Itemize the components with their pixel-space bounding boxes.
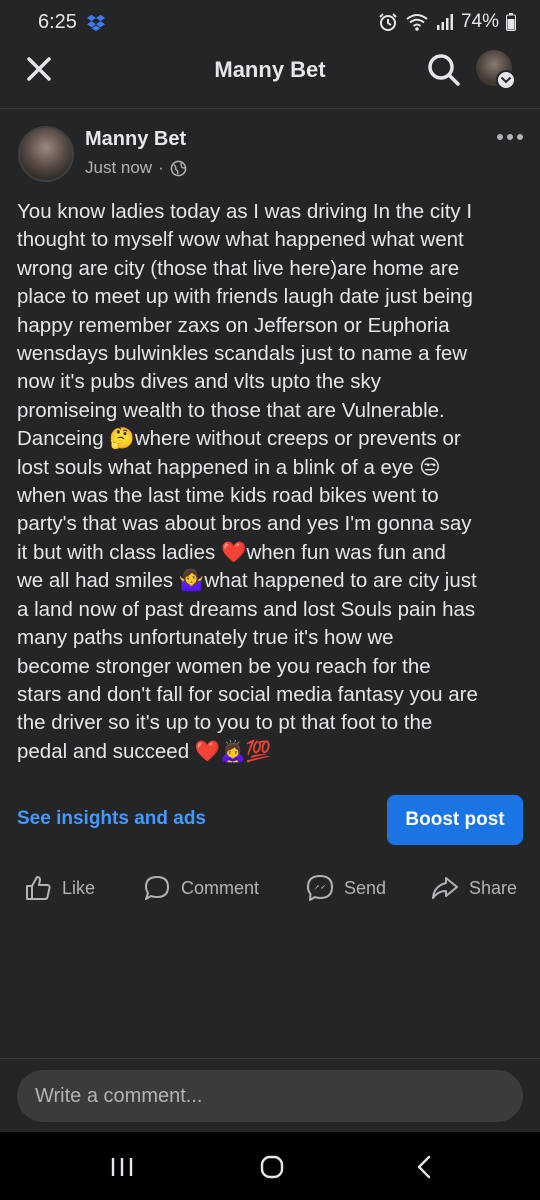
- post-line: now it's pubs dives and vlts upto the sk…: [17, 370, 381, 394]
- alarm-icon: [379, 13, 397, 31]
- post-line: stars and don't fall for social media fa…: [17, 682, 478, 706]
- globe-icon[interactable]: [170, 160, 187, 177]
- battery-percent: 74%: [460, 11, 499, 32]
- post-line: pedal and succeed ❤️🙇‍♀️💯: [17, 739, 272, 763]
- more-options-icon[interactable]: [496, 132, 524, 142]
- see-insights-link[interactable]: See insights and ads: [17, 808, 206, 830]
- home-icon[interactable]: [252, 1152, 292, 1182]
- post-line: You know ladies today as I was driving I…: [17, 200, 473, 223]
- messenger-icon: [307, 875, 333, 901]
- like-label: Like: [62, 877, 96, 898]
- system-nav-bar: [0, 1132, 540, 1200]
- post-line: it but with class ladies ❤️when fun was …: [17, 540, 446, 564]
- meta-separator: ·: [158, 158, 164, 177]
- recents-icon[interactable]: [102, 1152, 142, 1182]
- close-icon[interactable]: [22, 52, 56, 86]
- send-label: Send: [344, 877, 387, 898]
- post-line: lost souls what happened in a blink of a…: [17, 455, 441, 479]
- comment-input[interactable]: [17, 1070, 523, 1122]
- post-header: Manny Bet Just now ·: [18, 124, 524, 184]
- comment-divider: [0, 1058, 540, 1059]
- status-time: 6:25: [38, 10, 77, 33]
- wifi-icon: [406, 14, 428, 31]
- post-body: You know ladies today as I was driving I…: [17, 198, 522, 766]
- dropbox-icon: [86, 14, 105, 31]
- share-label: Share: [469, 877, 518, 898]
- top-app-bar: Manny Bet: [0, 44, 540, 96]
- author-avatar[interactable]: [18, 126, 74, 182]
- post-meta: Just now ·: [85, 158, 187, 178]
- post-line: become stronger women be you reach for t…: [17, 654, 431, 678]
- signal-icon: [436, 14, 453, 30]
- chevron-down-icon[interactable]: [496, 70, 516, 90]
- header-divider: [0, 108, 540, 109]
- post-line: thought to myself wow what happened what…: [17, 228, 464, 252]
- comment-button[interactable]: Comment: [143, 868, 259, 908]
- post-line: the driver so it's up to you to pt that …: [17, 711, 433, 735]
- post-actions: Like Comment Send Share: [0, 868, 540, 908]
- post-line: happy remember zaxs on Jefferson or Euph…: [17, 313, 450, 337]
- post-line: a land now of past dreams and lost Souls…: [17, 597, 476, 621]
- post-timestamp[interactable]: Just now: [85, 158, 152, 178]
- post-line: place to meet up with friends laugh date…: [17, 285, 473, 309]
- comment-label: Comment: [181, 877, 260, 898]
- battery-icon: [506, 13, 516, 31]
- boost-post-button[interactable]: Boost post: [387, 795, 523, 845]
- status-bar: 6:25 74%: [0, 0, 540, 44]
- author-name[interactable]: Manny Bet: [85, 128, 186, 151]
- share-button[interactable]: Share: [431, 868, 517, 908]
- post-line: when was the last time kids road bikes w…: [17, 484, 439, 508]
- post-line: we all had smiles 🤷‍♀️what happened to a…: [17, 569, 477, 593]
- post-line: wrong are city (those that live here)are…: [17, 256, 460, 280]
- back-icon[interactable]: [404, 1152, 444, 1182]
- post-line: party's that was about bros and yes I'm …: [17, 512, 472, 536]
- post-line: many paths unfortunately true it's how w…: [17, 626, 394, 650]
- search-icon[interactable]: [426, 52, 462, 88]
- post-line: wensdays bulwinkles scandals just to nam…: [17, 342, 468, 366]
- share-icon: [432, 877, 458, 899]
- send-button[interactable]: Send: [306, 868, 386, 908]
- like-icon: [26, 876, 51, 900]
- like-button[interactable]: Like: [24, 868, 95, 908]
- post-line: Danceing 🤔where without creeps or preven…: [17, 427, 461, 451]
- comment-icon: [145, 876, 169, 900]
- post-line: promiseing wealth to those that are Vuln…: [17, 398, 445, 422]
